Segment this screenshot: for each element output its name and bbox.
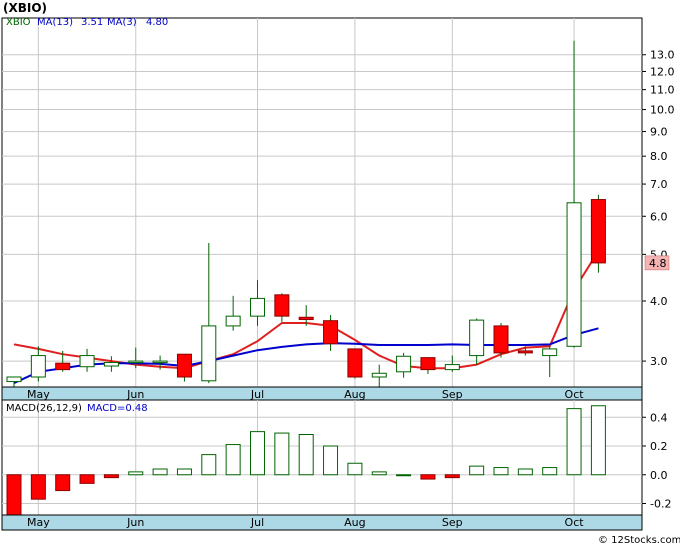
macd-tick-label: 0.2 [650, 440, 668, 453]
price-y-axis: 3.04.05.06.07.08.09.010.011.012.013.0 [642, 49, 675, 368]
macd-bar [176, 468, 192, 476]
macd-bar [274, 432, 290, 476]
macd-title: MACD(26,12,9) [6, 403, 82, 414]
candle-body [566, 202, 582, 347]
legend-ma13-value: 3.51 [81, 17, 103, 28]
macd-tick-label: 0.4 [650, 411, 668, 424]
legend-ma3-label: MA(3) [107, 17, 137, 28]
candle-body [6, 376, 22, 383]
price-x-label: Sep [442, 388, 463, 401]
macd-bar [590, 405, 606, 476]
macd-bar [30, 474, 46, 500]
candle-body [152, 360, 168, 364]
macd-bar [469, 465, 485, 476]
candle-body [542, 348, 558, 357]
price-tick-label: 11.0 [650, 84, 675, 97]
price-tick-label: 7.0 [650, 178, 668, 191]
macd-y-axis: -0.2 0.0 0.2 0.4 [642, 411, 671, 511]
macd-x-label: May [27, 516, 50, 529]
chart-title: (XBIO) [3, 1, 47, 15]
candle-body [201, 325, 217, 382]
macd-value: MACD=0.48 [87, 403, 148, 414]
candle-body [79, 355, 95, 368]
macd-bar [323, 445, 339, 476]
macd-bar [103, 474, 119, 479]
price-x-label: Aug [344, 388, 365, 401]
macd-bar [225, 444, 241, 476]
macd-bar [152, 468, 168, 476]
macd-x-label: Jul [250, 516, 264, 529]
candle-body [347, 348, 363, 378]
candle-body [55, 362, 71, 371]
macd-bar [566, 408, 582, 476]
price-x-label: May [27, 388, 50, 401]
candle [176, 353, 192, 382]
candle-body [225, 315, 241, 327]
price-tick-label: 13.0 [650, 49, 675, 62]
candle-body [590, 199, 606, 264]
candle-body [250, 297, 265, 317]
macd-bar [420, 474, 436, 480]
candle-body [30, 355, 46, 378]
last-price-label: 4.8 [649, 257, 667, 270]
macd-x-label: Oct [565, 516, 585, 529]
legend-ma13-label: MA(13) [37, 17, 73, 28]
stock-chart: 3.04.05.06.07.08.09.010.011.012.013.0 (X… [1, 1, 680, 546]
macd-bar [347, 462, 363, 476]
candle-body [103, 361, 119, 367]
price-x-axis-bar [1, 386, 643, 401]
macd-tick-label: 0.0 [650, 469, 668, 482]
candle-body [493, 325, 509, 354]
price-x-label: Oct [565, 388, 585, 401]
candle-body [298, 316, 314, 321]
macd-bar [517, 468, 533, 476]
macd-bar [128, 471, 144, 476]
candle-body [371, 372, 387, 378]
candle [493, 322, 509, 358]
legend-ma3-value: 4.80 [146, 17, 168, 28]
price-tick-label: 10.0 [650, 104, 675, 117]
macd-bar [6, 474, 22, 516]
price-x-label: Jul [250, 388, 264, 401]
macd-bar [201, 454, 217, 476]
macd-bar [493, 467, 509, 476]
price-x-label: Jun [126, 388, 144, 401]
macd-x-label: Jun [126, 516, 144, 529]
candle-body [444, 364, 460, 371]
macd-x-axis-bar [1, 514, 643, 531]
price-tick-label: 3.0 [650, 355, 668, 368]
macd-bar [79, 474, 95, 484]
price-tick-label: 12.0 [650, 65, 675, 78]
candle [347, 348, 363, 379]
legend-ticker: XBIO [6, 17, 31, 28]
candle-body [420, 357, 436, 371]
macd-bar [250, 431, 265, 476]
candle-body [323, 320, 339, 345]
macd-bar [396, 474, 412, 477]
candle-body [274, 294, 290, 317]
candle-body [128, 360, 144, 364]
price-tick-label: 8.0 [650, 150, 668, 163]
macd-bar [55, 474, 71, 492]
candle [590, 194, 606, 273]
candle-body [396, 355, 412, 373]
price-panel [1, 17, 643, 388]
macd-bar [371, 471, 387, 476]
candle-body [517, 350, 533, 354]
price-tick-label: 4.0 [650, 295, 668, 308]
candle-body [469, 319, 485, 357]
macd-bar [298, 434, 314, 476]
macd-x-label: Aug [344, 516, 365, 529]
macd-tick-label: -0.2 [650, 498, 671, 511]
watermark: © 12Stocks.com [598, 535, 680, 546]
price-tick-label: 9.0 [650, 126, 668, 139]
macd-x-label: Sep [442, 516, 463, 529]
candle-body [176, 353, 192, 378]
macd-bar [542, 467, 558, 476]
price-tick-label: 6.0 [650, 210, 668, 223]
macd-bar [444, 474, 460, 479]
